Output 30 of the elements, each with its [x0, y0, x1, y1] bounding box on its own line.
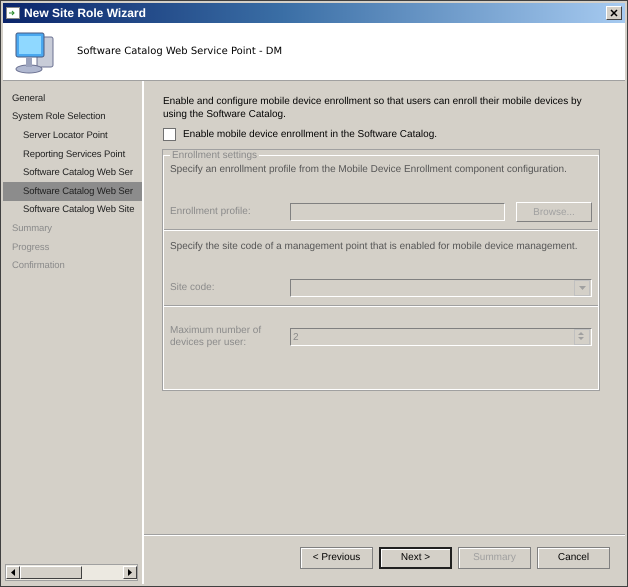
sidebar-item[interactable]: General	[3, 89, 142, 108]
dropdown-arrow-icon	[578, 286, 586, 290]
intro-text: Enable and configure mobile device enrollment so that users can enroll their mobile devices by using the Software Catalog.	[163, 95, 583, 121]
site-code-dropdown[interactable]	[290, 279, 592, 297]
sidebar-item[interactable]: Software Catalog Web Ser	[3, 163, 142, 182]
horizontal-scrollbar[interactable]	[5, 564, 138, 581]
profile-hint: Specify an enrollment profile from the Mobile Device Enrollment component configuration.	[170, 164, 568, 175]
sidebar-item[interactable]: Server Locator Point	[3, 126, 142, 145]
wizard-button[interactable]: Cancel	[537, 546, 610, 568]
right-arrow-icon	[128, 569, 132, 576]
site-hint: Specify the site code of a management point that is enabled for mobile device management.	[170, 241, 578, 252]
sidebar-item[interactable]: Software Catalog Web Ser	[3, 182, 142, 201]
wizard-button[interactable]: < Previous	[300, 546, 373, 568]
field-label: Maximum number of devices per user:	[170, 325, 262, 349]
wizard-button[interactable]: Next >	[379, 546, 452, 568]
close-button[interactable]	[606, 6, 622, 20]
field-label: Enrollment profile:	[170, 206, 252, 218]
checkbox-label: Enable mobile device enrollment in the Software Catalog.	[183, 129, 438, 140]
field-label: Site code:	[170, 282, 216, 294]
profile-field[interactable]	[290, 203, 505, 221]
window-title: New Site Role Wizard	[24, 6, 147, 20]
sidebar-item[interactable]: Reporting Services Point	[3, 144, 142, 164]
checkbox[interactable]	[163, 128, 176, 141]
sidebar-item[interactable]: Software Catalog Web Site	[3, 200, 142, 220]
close-icon	[610, 9, 618, 17]
sidebar-item[interactable]: System Role Selection	[3, 108, 142, 126]
page-title: Software Catalog Web Service Point - DM	[77, 46, 282, 57]
group-title: Enrollment settings	[171, 150, 258, 161]
window-icon	[6, 7, 20, 19]
left-arrow-icon	[11, 569, 15, 576]
